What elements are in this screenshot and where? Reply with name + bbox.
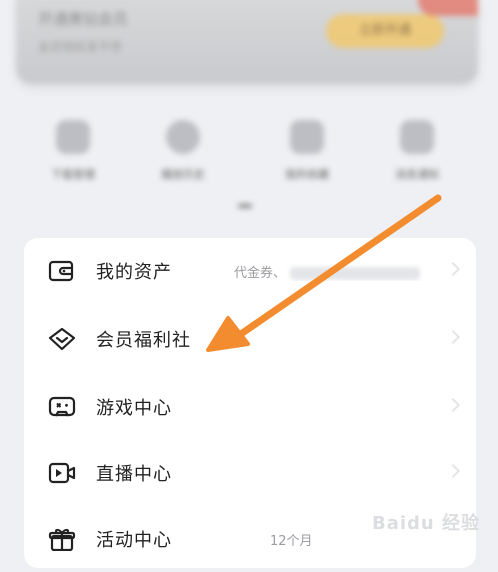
shortcut-download[interactable]: 下载管理 — [28, 120, 118, 182]
activity-extra-text: 12个月 — [270, 534, 313, 549]
assets-extra-text: 代金券、 — [234, 266, 287, 281]
vip-banner[interactable]: 开通黄钻会员 会员特权享不停 立即开通 — [16, 0, 478, 84]
blurred-extra — [290, 267, 421, 280]
vip-corner-badge — [418, 0, 478, 16]
vip-banner-subtitle: 会员特权享不停 — [38, 40, 123, 54]
menu-item-label: 活动中心 — [96, 530, 172, 551]
chevron-right-icon — [445, 463, 461, 479]
menu-item-label: 直播中心 — [96, 464, 172, 485]
menu-item-my-assets[interactable]: 我的资产 代金券、 — [24, 238, 476, 304]
shortcut-label: 我的收藏 — [285, 168, 329, 181]
menu-item-label: 游戏中心 — [96, 398, 172, 419]
menu-item-vip-welfare[interactable]: 会员福利社 — [24, 306, 476, 372]
menu-item-label: 会员福利社 — [96, 330, 191, 351]
collection-icon — [290, 120, 324, 154]
shortcut-history[interactable]: 播放历史 — [138, 120, 228, 182]
shortcut-label: 播放历史 — [161, 168, 205, 181]
shortcut-label: 消息通知 — [395, 168, 439, 181]
shortcut-collection[interactable]: 我的收藏 — [262, 120, 352, 182]
wallet-icon — [48, 260, 74, 282]
message-icon — [400, 120, 434, 154]
menu-item-extra: 代金券、 — [234, 262, 454, 281]
shortcut-label: 下载管理 — [51, 168, 95, 181]
menu-item-label: 我的资产 — [96, 262, 172, 283]
blurred-header-area: 开通黄钻会员 会员特权享不停 立即开通 下载管理 播放历史 我的收藏 消息通知 — [0, 0, 498, 230]
chevron-right-icon — [445, 397, 461, 413]
history-icon — [166, 120, 200, 154]
diamond-icon — [48, 327, 76, 351]
watermark: Baidu 经验 — [371, 513, 480, 534]
download-icon — [56, 120, 90, 154]
gamepad-icon — [48, 396, 76, 417]
page-indicator — [238, 204, 252, 208]
chevron-right-icon — [445, 329, 461, 345]
shortcut-message[interactable]: 消息通知 — [372, 120, 462, 182]
menu-item-game-center[interactable]: 游戏中心 — [24, 374, 476, 440]
vip-open-button[interactable]: 立即开通 — [326, 14, 444, 48]
menu-item-live-center[interactable]: 直播中心 — [24, 440, 476, 506]
live-video-icon — [48, 462, 76, 484]
gift-icon — [48, 529, 76, 551]
vip-banner-title: 开通黄钻会员 — [38, 10, 129, 28]
